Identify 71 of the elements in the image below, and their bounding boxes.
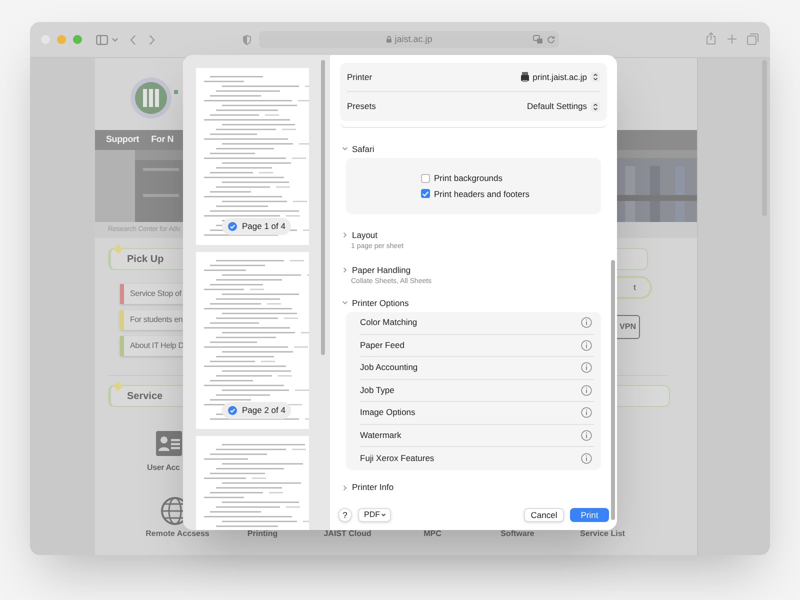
disclosure-button[interactable]: Printer Info xyxy=(330,480,617,494)
service-label: User Acc xyxy=(147,462,180,474)
info-icon[interactable] xyxy=(581,407,592,418)
user-card-icon[interactable] xyxy=(156,431,182,456)
logo-icon xyxy=(130,75,180,121)
page-preview-drawing[interactable] xyxy=(196,252,309,429)
share-icon[interactable] xyxy=(706,32,716,45)
popup-value: Default Settings xyxy=(526,100,587,113)
shield-icon[interactable] xyxy=(243,34,251,44)
tabs-overview-icon[interactable] xyxy=(747,33,759,45)
info-icon[interactable] xyxy=(581,452,592,464)
option-label: Job Accounting xyxy=(360,361,418,374)
back-icon[interactable] xyxy=(130,34,136,44)
checkbox-icon[interactable] xyxy=(228,222,237,231)
cancel-button[interactable]: Cancel xyxy=(524,508,564,522)
section-title: Service xyxy=(127,390,163,404)
popup-value: print.jaist.ac.jp xyxy=(532,70,587,84)
info-icon[interactable] xyxy=(581,384,592,396)
checkbox-label: Print backgrounds xyxy=(434,172,503,184)
printer-icon xyxy=(520,72,529,82)
service-link[interactable]: Remote Accsess xyxy=(146,528,210,540)
reload-icon[interactable] xyxy=(547,35,555,44)
option-label: Image Options xyxy=(360,406,416,420)
option-label: Fuji Xerox Features xyxy=(360,452,434,465)
info-icon[interactable] xyxy=(581,340,592,351)
field-label: Printer xyxy=(347,70,372,84)
new-tab-icon[interactable] xyxy=(727,34,737,44)
page-select-button[interactable]: Page 2 of 4 xyxy=(222,402,292,419)
checkbox-icon[interactable] xyxy=(228,406,237,415)
section-title: Pick Up xyxy=(127,252,164,266)
url-text: jaist.ac.jp xyxy=(394,32,432,46)
field-label: Presets xyxy=(347,100,376,113)
disclosure-button[interactable]: Layout xyxy=(330,228,617,242)
pdf-menu-button[interactable]: PDF xyxy=(358,508,391,522)
service-link[interactable]: Printing xyxy=(247,528,278,540)
forward-icon[interactable] xyxy=(149,34,155,44)
service-link[interactable]: Software xyxy=(500,528,534,540)
minimize-button[interactable] xyxy=(57,35,66,44)
info-icon[interactable] xyxy=(581,317,592,328)
popup-button[interactable]: print.jaist.ac.jp xyxy=(520,70,600,84)
print-button[interactable]: Print xyxy=(570,508,609,522)
page-select-button[interactable]: Page 1 of 4 xyxy=(222,218,292,235)
option-label: Color Matching xyxy=(360,316,418,330)
popup-button[interactable]: Default Settings xyxy=(526,100,600,113)
page-preview-drawing[interactable] xyxy=(196,68,309,245)
translate-icon[interactable] xyxy=(533,35,543,44)
info-icon[interactable] xyxy=(581,430,592,441)
scrollbar-thumb[interactable] xyxy=(321,60,325,355)
scrollbar-thumb[interactable] xyxy=(611,260,615,520)
checkbox[interactable] xyxy=(421,174,430,183)
info-icon[interactable] xyxy=(581,362,592,374)
disclosure-button[interactable]: Paper Handling xyxy=(330,263,617,277)
lock-icon xyxy=(386,36,392,43)
stepper-icon xyxy=(591,102,600,112)
sidebar-icon[interactable] xyxy=(96,34,108,44)
chevron-down-icon xyxy=(381,513,386,517)
option-label: Job Type xyxy=(360,384,394,397)
disclosure-button[interactable]: Safari xyxy=(330,142,617,156)
checkbox-label: Print headers and footers xyxy=(434,188,530,200)
help-button[interactable]: ? xyxy=(338,508,352,522)
zoom-button[interactable] xyxy=(73,35,82,44)
service-link[interactable]: JAIST Cloud xyxy=(324,528,372,540)
chevron-down-icon[interactable] xyxy=(112,38,118,42)
service-link[interactable]: Service List xyxy=(580,528,625,540)
diamond-icon xyxy=(113,381,123,391)
service-link[interactable]: MPC xyxy=(424,528,442,540)
checkbox[interactable] xyxy=(421,189,430,198)
diamond-icon xyxy=(113,244,123,254)
stepper-icon xyxy=(591,72,600,82)
option-label: Watermark xyxy=(360,428,402,442)
option-label: Paper Feed xyxy=(360,338,404,352)
